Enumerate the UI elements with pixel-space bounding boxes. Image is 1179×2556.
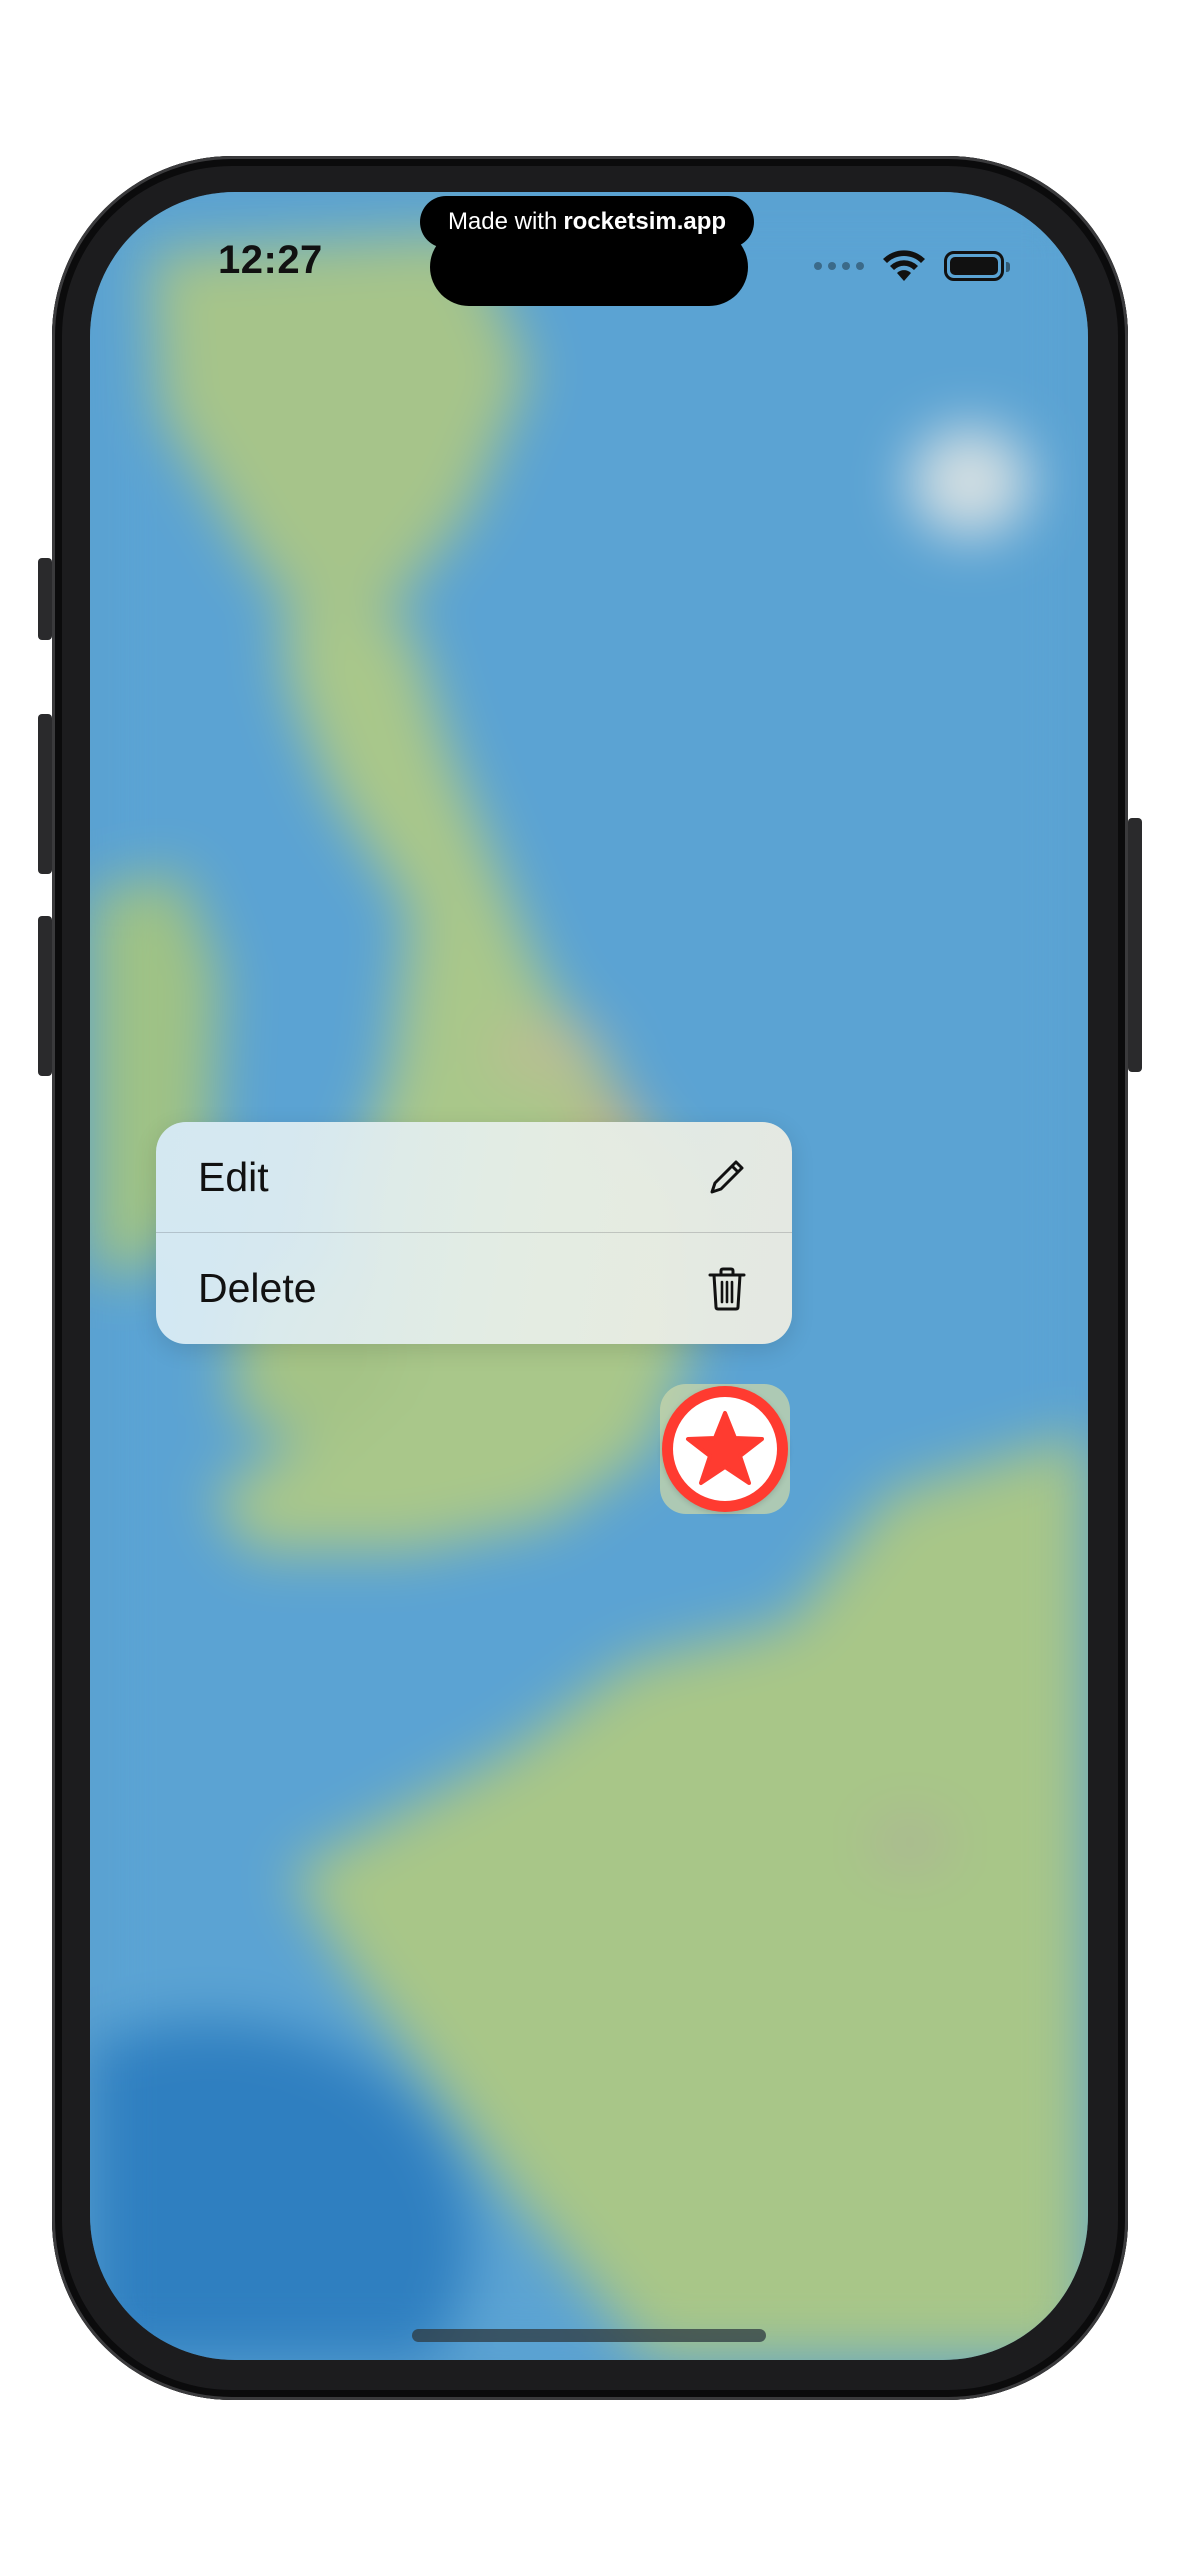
menu-item-edit[interactable]: Edit — [156, 1122, 792, 1232]
action-button — [38, 558, 52, 640]
menu-item-delete[interactable]: Delete — [156, 1232, 792, 1344]
pencil-icon — [704, 1154, 750, 1200]
delete-label: Delete — [198, 1265, 317, 1311]
battery-icon — [944, 251, 1010, 281]
status-icons — [814, 246, 1010, 286]
power-button — [1128, 818, 1142, 1072]
map-pin-circle — [662, 1386, 788, 1512]
volume-down-button — [38, 916, 52, 1076]
rocketsim-banner: Made with rocketsim.app — [420, 196, 754, 248]
edit-label: Edit — [198, 1153, 269, 1200]
map-pin[interactable] — [660, 1384, 790, 1514]
wifi-icon — [882, 249, 926, 283]
banner-prefix: Made with — [447, 208, 558, 235]
banner-brand: rocketsim.app — [563, 208, 727, 235]
screen: 12:27 Made with rocketsim.app Edit Delet… — [90, 192, 1088, 2360]
status-time: 12:27 — [218, 238, 323, 282]
context-menu: Edit Delete — [156, 1122, 792, 1344]
cellular-signal-icon — [814, 262, 864, 270]
trash-icon — [704, 1266, 750, 1312]
volume-up-button — [38, 714, 52, 874]
star-icon — [673, 1397, 777, 1501]
home-indicator[interactable] — [412, 2329, 766, 2342]
